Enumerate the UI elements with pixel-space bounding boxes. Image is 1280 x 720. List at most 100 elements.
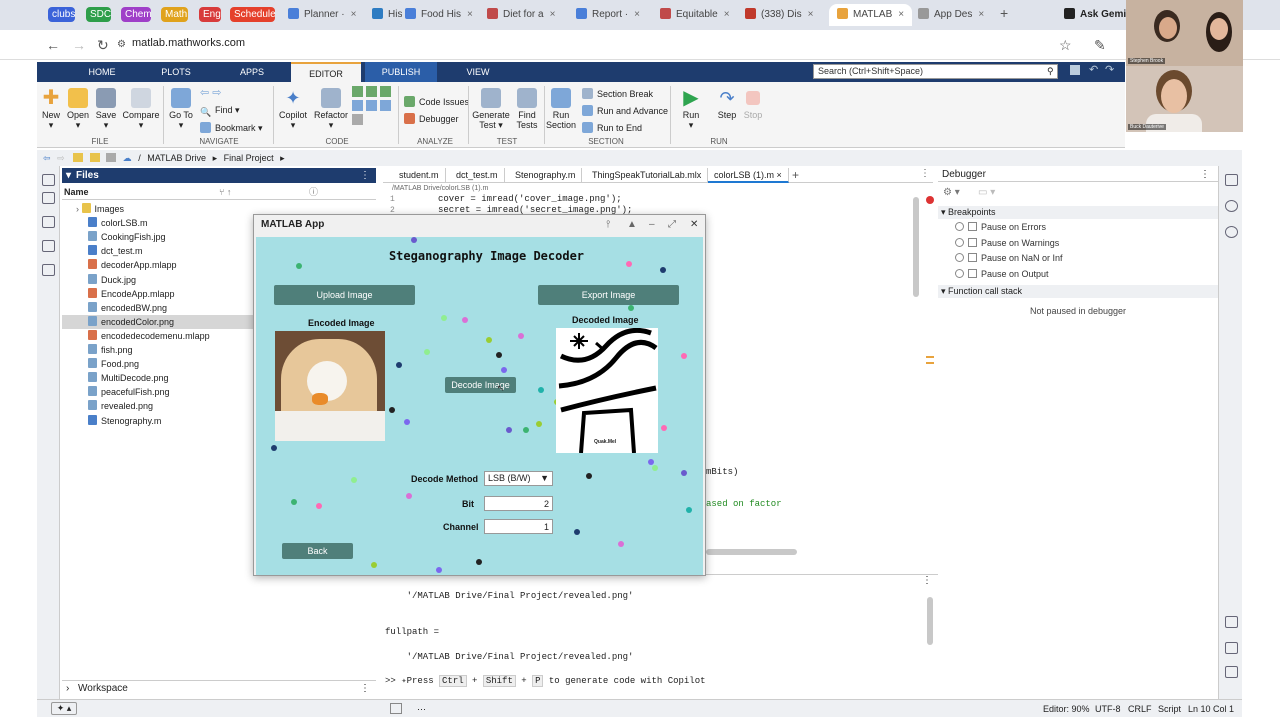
toolstrip-tab[interactable]: VIEW xyxy=(439,62,517,82)
terminal-icon[interactable] xyxy=(390,703,402,714)
editor-menu-icon[interactable]: ⋮ xyxy=(920,168,930,179)
section-break-button[interactable]: Section Break xyxy=(582,88,653,99)
workspace-panel[interactable]: › Workspace ⋮ xyxy=(62,680,376,696)
generate-test-button[interactable]: Generate Test ▾ xyxy=(472,88,510,131)
find-button[interactable]: 🔍 Find ▾ xyxy=(200,105,240,118)
channel-field[interactable]: 1 xyxy=(484,519,553,534)
extension-pen-icon[interactable]: ✎ xyxy=(1094,37,1106,54)
editor-scrollbar[interactable] xyxy=(913,197,919,297)
bookmark-chip[interactable]: clubs xyxy=(48,7,75,22)
bookmark-chip[interactable]: Math xyxy=(161,7,188,22)
browser-tab[interactable]: Diet for a × xyxy=(487,4,555,26)
add-tab-icon[interactable]: + xyxy=(792,168,799,182)
toolstrip-tab[interactable]: PUBLISH xyxy=(365,62,437,82)
browser-tab[interactable]: (338) Dis × xyxy=(745,4,813,26)
layout-icon[interactable] xyxy=(1225,666,1238,678)
close-tab-icon[interactable]: × xyxy=(978,9,984,20)
open-button[interactable]: Open ▾ xyxy=(66,88,90,131)
code-line[interactable]: cover = imread('cover_image.png'); xyxy=(438,194,622,204)
expand-icon[interactable]: › xyxy=(76,204,82,214)
stop-button[interactable]: Stop xyxy=(740,88,766,120)
browser-tab[interactable]: Planner · × xyxy=(288,4,356,26)
panel-menu-icon[interactable]: ⋮ xyxy=(922,575,932,586)
minimize-icon[interactable]: – xyxy=(649,215,655,235)
sort-icons[interactable]: ⑂ ↑ xyxy=(219,184,231,200)
step-button[interactable]: ↷ Step xyxy=(714,88,740,120)
undo-icon[interactable]: ↶ xyxy=(1089,63,1098,76)
bookmark-chip[interactable]: Eng xyxy=(199,7,221,22)
save-button[interactable]: Save ▾ xyxy=(94,88,118,131)
browser-tab[interactable]: Equitable × xyxy=(660,4,730,26)
bit-field[interactable]: 2 xyxy=(484,496,553,511)
editor-tab[interactable]: ThingSpeakTutorialLab.mlx xyxy=(586,168,709,183)
gear-icon[interactable]: ⚙ ▾ xyxy=(943,187,960,198)
editor-tab[interactable]: colorLSB (1).m × xyxy=(708,168,789,183)
name-column-header[interactable]: Name ⑂ ↑ ⓘ xyxy=(62,184,376,200)
code-comment-partial[interactable]: ased on factor xyxy=(706,499,782,509)
browser-tab[interactable]: Ask Gemini xyxy=(1064,4,1135,26)
breakpoint-menu-icon[interactable]: ▭ ▾ xyxy=(978,187,995,198)
error-indicator-icon[interactable] xyxy=(926,196,934,204)
library-icon[interactable] xyxy=(42,264,55,276)
run-button[interactable]: ▶ Run ▾ xyxy=(678,88,704,131)
toolstrip-tab[interactable]: APPS xyxy=(222,62,282,82)
checkbox[interactable] xyxy=(968,238,977,247)
new-tab-icon[interactable]: + xyxy=(1000,5,1008,21)
back-button[interactable]: Back xyxy=(282,543,353,559)
close-tab-icon[interactable]: × xyxy=(808,9,814,20)
close-tab-icon[interactable]: × xyxy=(467,9,473,20)
copilot-toggle-icon[interactable]: ✦ ▴ xyxy=(51,702,77,715)
code-line-partial[interactable]: mBits) xyxy=(706,467,738,477)
command-scrollbar[interactable] xyxy=(927,597,933,645)
pause-on-warnings[interactable]: Pause on Warnings xyxy=(955,238,1059,248)
close-tab-icon[interactable]: × xyxy=(634,9,640,20)
browser-tab[interactable]: App Des × xyxy=(918,4,984,26)
files-panel-icon[interactable] xyxy=(42,174,55,186)
refactor-button[interactable]: Refactor ▾ xyxy=(313,88,349,131)
maximize-icon[interactable]: ⤢ xyxy=(668,215,676,235)
find-tests-button[interactable]: Find Tests xyxy=(514,88,540,130)
close-tab-icon[interactable]: × xyxy=(774,170,782,180)
notes-icon[interactable] xyxy=(1225,642,1238,654)
warning-marker[interactable] xyxy=(926,362,934,364)
editor-tab[interactable]: dct_test.m xyxy=(450,168,505,183)
upload-image-button[interactable]: Upload Image xyxy=(274,285,415,305)
toolstrip-tab[interactable]: PLOTS xyxy=(149,62,203,82)
collapse-icon[interactable]: ▾ xyxy=(66,168,71,183)
workspace-icon[interactable] xyxy=(42,216,55,228)
grid-icon[interactable] xyxy=(42,192,55,204)
more-icon[interactable]: ⋯ xyxy=(417,700,426,718)
export-image-button[interactable]: Export Image xyxy=(538,285,679,305)
close-tab-icon[interactable]: × xyxy=(898,9,904,20)
browser-tab[interactable]: Report · × xyxy=(576,4,640,26)
reload-icon[interactable]: ↻ xyxy=(97,37,109,54)
info-icon[interactable]: ⓘ xyxy=(309,184,318,200)
new-button[interactable]: ✚ New ▾ xyxy=(40,88,62,131)
warning-marker[interactable] xyxy=(926,356,934,358)
breakpoints-section[interactable]: ▾ Breakpoints xyxy=(938,206,1218,219)
pause-on-output[interactable]: Pause on Output xyxy=(955,269,1049,279)
site-info-icon[interactable]: ⚙ xyxy=(117,39,126,50)
pin-icon[interactable]: ⫯ xyxy=(606,215,610,235)
decode-image-button[interactable]: Decode Image xyxy=(445,377,516,393)
bookmark-chip[interactable]: Chem xyxy=(121,7,152,22)
close-tab-icon[interactable]: × xyxy=(351,9,357,20)
folder-icon[interactable] xyxy=(73,153,84,162)
code-tools-grid[interactable] xyxy=(352,86,396,134)
git-icon[interactable] xyxy=(1225,200,1238,212)
browser-tab[interactable]: MATLAB × xyxy=(829,4,913,26)
editor-tab[interactable]: Stenography.m xyxy=(509,168,583,183)
goto-button[interactable]: Go To ▾ xyxy=(168,88,194,131)
bookmark-chip[interactable]: Schedule xyxy=(230,7,276,22)
pause-on-nan[interactable]: Pause on NaN or Inf xyxy=(955,253,1063,263)
copilot-button[interactable]: ✦ Copilot ▾ xyxy=(277,88,309,131)
back-arrow-icon[interactable]: ← xyxy=(46,37,60,53)
command-prompt[interactable]: >> ✦Press Ctrl + Shift + P to generate c… xyxy=(385,675,706,687)
horizontal-scrollbar[interactable] xyxy=(706,549,797,555)
forward-arrow-icon[interactable]: → xyxy=(72,37,86,53)
search-input[interactable]: Search (Ctrl+Shift+Space) xyxy=(813,64,1058,79)
back-forward-icons[interactable]: ⇦ ⇨ xyxy=(200,86,222,99)
copilot-chat-icon[interactable] xyxy=(1225,616,1238,628)
forward-arrow-icon[interactable]: ⇨ xyxy=(57,153,65,163)
history-icon[interactable] xyxy=(1225,226,1238,238)
